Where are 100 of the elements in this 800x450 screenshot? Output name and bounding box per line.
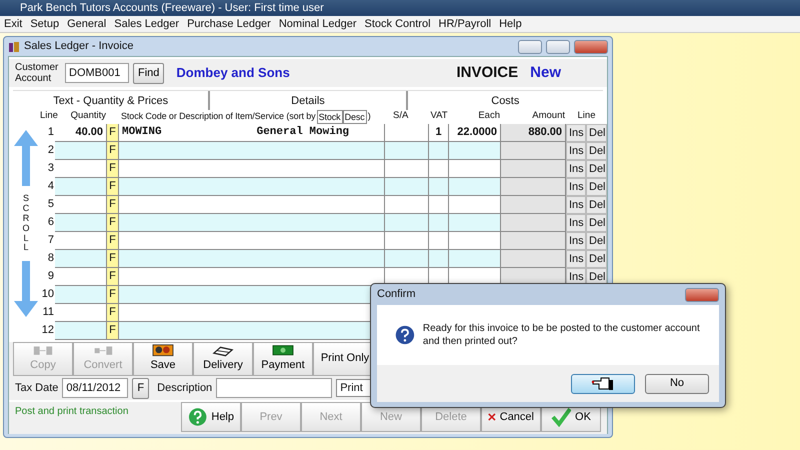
flag-button[interactable]: F — [107, 322, 119, 340]
insert-line-button[interactable]: Ins — [566, 232, 586, 250]
delete-line-button[interactable]: Del — [586, 196, 607, 214]
quantity-cell[interactable] — [55, 286, 107, 304]
vat-cell[interactable] — [429, 214, 449, 232]
scroll-down-arrow-icon[interactable] — [13, 259, 39, 320]
each-cell[interactable] — [449, 250, 501, 268]
app-icon — [8, 40, 20, 52]
amount-cell — [501, 214, 566, 232]
delete-line-button[interactable]: Del — [586, 214, 607, 232]
find-button[interactable]: Find — [133, 62, 164, 84]
column-header: Stock Code or Description of Item/Service (sort by — [120, 110, 317, 122]
dialog-button[interactable] — [571, 374, 635, 394]
menu-item[interactable]: HR/Payroll — [434, 18, 496, 30]
menu-item[interactable]: Nominal Ledger — [274, 18, 360, 30]
flag-button[interactable]: F — [107, 178, 119, 196]
scroll-label: SCROLL — [22, 194, 30, 254]
delete-line-button[interactable]: Del — [586, 232, 607, 250]
amount-cell — [501, 178, 566, 196]
amount-cell — [501, 250, 566, 268]
toolbar-button[interactable]: Delivery — [193, 342, 253, 376]
column-header: Amount — [531, 110, 566, 122]
flag-button[interactable]: F — [107, 196, 119, 214]
dialog-close-button[interactable] — [685, 288, 719, 302]
delete-line-button[interactable]: Del — [586, 142, 607, 160]
sa-cell[interactable] — [385, 214, 429, 232]
each-cell[interactable] — [449, 214, 501, 232]
flag-button[interactable]: F — [107, 124, 119, 142]
description-field[interactable] — [216, 378, 332, 398]
insert-line-button[interactable]: Ins — [566, 250, 586, 268]
insert-line-button[interactable]: Ins — [566, 160, 586, 178]
each-cell[interactable] — [449, 178, 501, 196]
flag-button[interactable]: F — [107, 232, 119, 250]
action-button[interactable]: Help — [181, 402, 241, 432]
tax-date-field[interactable]: 08/11/2012 — [62, 378, 128, 398]
insert-line-button[interactable]: Ins — [566, 142, 586, 160]
quantity-cell[interactable] — [55, 178, 107, 196]
insert-line-button[interactable]: Ins — [566, 178, 586, 196]
sa-cell[interactable] — [385, 250, 429, 268]
dialog-message: Ready for this invoice to be be posted to the customer account and then printed out? — [422, 322, 701, 348]
customer-account-label: Customer Account — [15, 62, 60, 84]
sort-button[interactable]: Desc — [342, 110, 367, 124]
section-header: Details — [210, 91, 408, 110]
toolbar-button[interactable]: Payment — [253, 342, 313, 376]
menu-item[interactable]: Setup — [26, 18, 64, 30]
document-status: New — [530, 62, 561, 83]
description-label: Description — [157, 380, 212, 396]
each-cell[interactable] — [449, 142, 501, 160]
sa-cell[interactable] — [385, 178, 429, 196]
quantity-cell[interactable] — [55, 142, 107, 160]
description-cell[interactable] — [119, 178, 385, 196]
menu-item[interactable]: Sales Ledger — [110, 18, 184, 30]
description-cell[interactable] — [119, 250, 385, 268]
banknote-icon — [270, 344, 296, 356]
flag-button[interactable]: F — [107, 268, 119, 286]
menu-item[interactable]: Stock Control — [360, 18, 435, 30]
column-header: Line — [576, 110, 596, 122]
account-field[interactable]: DOMB001 — [65, 63, 129, 83]
quantity-cell[interactable] — [55, 250, 107, 268]
help-icon — [188, 407, 208, 427]
delete-line-button[interactable]: Del — [586, 160, 607, 178]
delete-line-button[interactable]: Del — [586, 178, 607, 196]
menu-item[interactable]: Exit — [0, 18, 26, 30]
vat-cell[interactable] — [429, 178, 449, 196]
menu-item[interactable]: General — [63, 18, 110, 30]
menu-item[interactable]: Purchase Ledger — [183, 18, 275, 30]
sort-button[interactable]: Stock — [316, 110, 343, 124]
toolbar-button[interactable]: Save — [133, 342, 193, 376]
flag-button[interactable]: F — [107, 250, 119, 268]
quantity-cell[interactable] — [55, 322, 107, 340]
description-cell[interactable] — [119, 214, 385, 232]
flag-button[interactable]: F — [107, 142, 119, 160]
status-message: Post and print transaction — [15, 405, 130, 419]
customer-name: Dombey and Sons — [176, 64, 290, 82]
minimize-button[interactable] — [518, 40, 542, 54]
vat-cell[interactable] — [429, 142, 449, 160]
vat-cell[interactable] — [429, 250, 449, 268]
column-header: ) — [366, 110, 372, 122]
column-header: Each — [477, 110, 501, 122]
insert-line-button[interactable]: Ins — [566, 214, 586, 232]
tax-date-label: Tax Date — [15, 380, 58, 396]
dialog-button[interactable]: No — [645, 374, 709, 394]
amount-cell — [501, 142, 566, 160]
description-cell[interactable] — [119, 142, 385, 160]
maximize-button[interactable] — [546, 40, 570, 54]
scroll-up-arrow-icon[interactable] — [13, 128, 39, 188]
menu-item[interactable]: Help — [495, 18, 526, 30]
flag-button[interactable]: F — [107, 304, 119, 322]
flag-button[interactable]: F — [107, 214, 119, 232]
sa-cell[interactable] — [385, 142, 429, 160]
close-button[interactable] — [574, 40, 608, 54]
quantity-cell[interactable] — [55, 214, 107, 232]
insert-line-button[interactable]: Ins — [566, 124, 586, 142]
flag-button[interactable]: F — [107, 286, 119, 304]
flag-button[interactable]: F — [107, 160, 119, 178]
insert-line-button[interactable]: Ins — [566, 196, 586, 214]
delete-line-button[interactable]: Del — [586, 250, 607, 268]
hand-cursor-icon — [591, 376, 615, 391]
date-picker-button[interactable]: F — [132, 378, 150, 398]
delete-line-button[interactable]: Del — [586, 124, 607, 142]
